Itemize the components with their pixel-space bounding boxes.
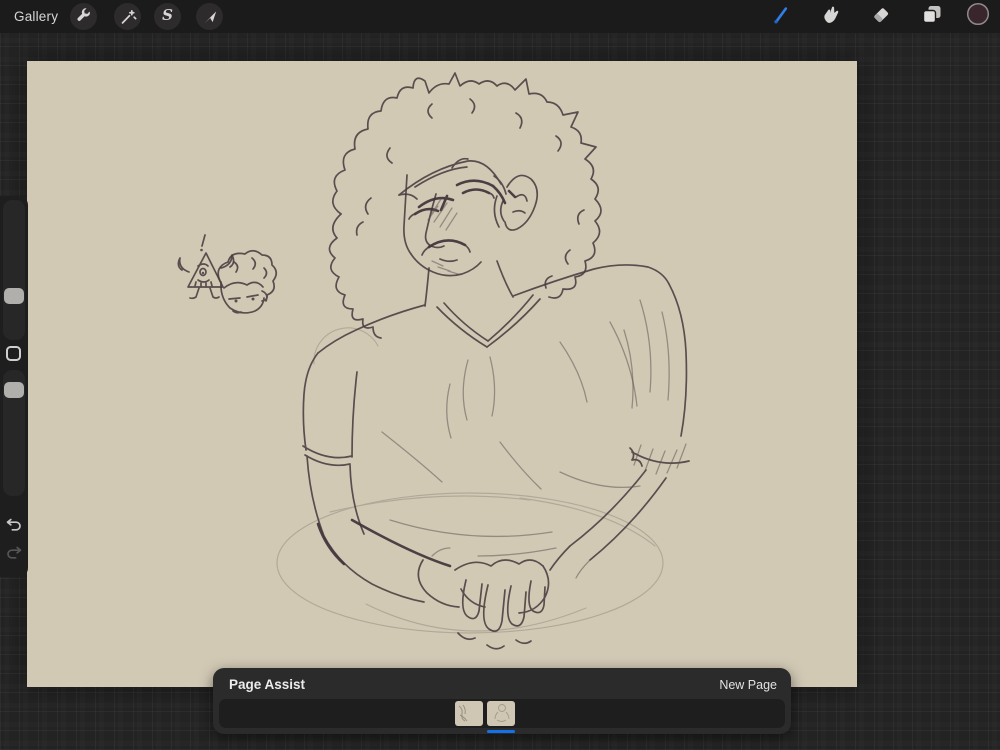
adjustments-button[interactable] — [114, 3, 141, 30]
selection-s-icon: S — [162, 6, 173, 24]
color-swatch-circle — [966, 2, 990, 31]
doodle-triangle-character — [177, 234, 235, 300]
top-toolbar: Gallery S — [0, 0, 1000, 33]
modify-button[interactable] — [6, 346, 21, 361]
brush-sidebar — [0, 196, 28, 577]
transform-arrow-icon — [200, 7, 220, 27]
undo-button[interactable] — [3, 515, 25, 537]
color-button[interactable] — [966, 2, 990, 27]
paint-tool-button[interactable] — [769, 5, 791, 27]
doodle-chibi-head — [217, 249, 278, 314]
undo-arrow-icon — [4, 514, 24, 539]
redo-button[interactable] — [3, 543, 25, 565]
brush-icon — [769, 3, 791, 30]
redo-arrow-icon — [4, 542, 24, 567]
selected-page-indicator — [487, 730, 515, 733]
page-thumbnail-2[interactable] — [487, 701, 515, 726]
magic-wand-icon — [118, 7, 138, 27]
transform-button[interactable] — [196, 3, 223, 30]
brush-opacity-handle[interactable] — [4, 382, 24, 398]
drawing-canvas[interactable] — [27, 61, 857, 687]
new-page-button[interactable]: New Page — [719, 678, 777, 692]
erase-tool-button[interactable] — [870, 5, 892, 27]
gallery-button[interactable]: Gallery — [14, 0, 58, 33]
page-assist-title: Page Assist — [229, 677, 306, 692]
layers-button[interactable] — [921, 5, 943, 27]
brush-size-slider[interactable] — [3, 200, 25, 340]
page-thumbnail-1[interactable] — [455, 701, 483, 726]
canvas-artwork — [177, 72, 690, 650]
wrench-icon — [74, 7, 94, 27]
layers-icon — [921, 3, 943, 30]
actions-button[interactable] — [70, 3, 97, 30]
smudge-finger-icon — [819, 3, 841, 30]
smudge-tool-button[interactable] — [819, 5, 841, 27]
eraser-icon — [870, 3, 892, 30]
selection-button[interactable]: S — [154, 3, 181, 30]
page-assist-panel: Page Assist New Page — [213, 668, 791, 734]
procreate-workspace: Gallery S Page Assist New Page — [0, 0, 1000, 750]
brush-size-handle[interactable] — [4, 288, 24, 304]
